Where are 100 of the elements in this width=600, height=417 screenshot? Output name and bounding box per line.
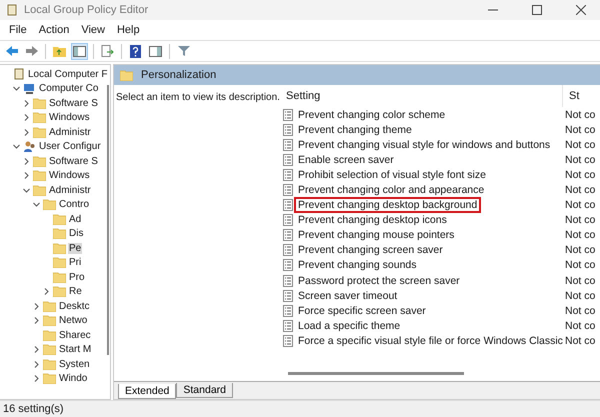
folder-up-icon bbox=[53, 45, 66, 57]
folder-icon bbox=[33, 126, 46, 138]
setting-name[interactable]: Prevent changing color and appearance bbox=[296, 184, 486, 196]
chevron-down-icon[interactable] bbox=[12, 84, 21, 94]
close-icon bbox=[576, 5, 586, 15]
setting-name[interactable]: Prevent changing visual style for windows and buttons bbox=[296, 138, 552, 151]
tree-item[interactable]: Sharec bbox=[58, 330, 92, 341]
folder-icon bbox=[43, 358, 56, 370]
folder-icon bbox=[53, 286, 66, 298]
setting-state: Not co bbox=[564, 138, 596, 151]
setting-state: Not co bbox=[564, 168, 596, 181]
setting-name[interactable]: Prevent changing theme bbox=[296, 124, 414, 136]
setting-name[interactable]: Screen saver timeout bbox=[296, 290, 400, 302]
setting-name[interactable]: Prevent changing sounds bbox=[296, 259, 418, 272]
policy-setting-icon bbox=[283, 199, 293, 212]
tree-item[interactable]: Desktc bbox=[58, 300, 91, 312]
toolbar-button[interactable] bbox=[127, 42, 144, 60]
column-header[interactable]: St bbox=[562, 85, 600, 107]
setting-state: Not co bbox=[564, 304, 596, 317]
tree-item[interactable]: Administr bbox=[48, 126, 92, 138]
setting-state: Not co bbox=[564, 108, 596, 121]
tree-item[interactable]: Administr bbox=[48, 184, 92, 196]
menu-item[interactable]: File bbox=[4, 22, 32, 38]
policy-setting-icon bbox=[283, 124, 293, 136]
setting-name[interactable]: Prevent changing mouse pointers bbox=[296, 229, 456, 242]
menu-item[interactable]: View bbox=[76, 22, 110, 38]
tree-item[interactable]: Software S bbox=[48, 156, 99, 167]
setting-state: Not co bbox=[564, 229, 596, 242]
menu-item[interactable]: Help bbox=[112, 22, 145, 38]
policy-setting-icon bbox=[283, 138, 293, 151]
maximize-icon bbox=[532, 5, 542, 15]
tree-item[interactable]: Netwo bbox=[58, 315, 88, 326]
tree-item[interactable]: Software S bbox=[48, 98, 99, 109]
column-header[interactable]: Setting bbox=[280, 90, 562, 102]
policy-setting-icon bbox=[283, 244, 293, 256]
setting-state: Not co bbox=[564, 124, 596, 136]
setting-name[interactable]: Force specific screen saver bbox=[296, 304, 428, 317]
folder-icon bbox=[33, 156, 46, 167]
setting-state: Not co bbox=[564, 274, 596, 287]
window-title: Local Group Policy Editor bbox=[24, 4, 150, 16]
policy-setting-icon bbox=[283, 108, 293, 121]
tree-item[interactable]: Pe bbox=[68, 242, 82, 254]
setting-name[interactable]: Prevent changing desktop icons bbox=[296, 214, 449, 226]
folder-icon bbox=[33, 112, 46, 124]
setting-name[interactable]: Prohibit selection of visual style font size bbox=[296, 168, 488, 181]
policy-setting-icon bbox=[283, 168, 293, 181]
setting-state: Not co bbox=[564, 214, 596, 226]
setting-name[interactable]: Prevent changing desktop background bbox=[296, 199, 480, 212]
folder-icon bbox=[53, 214, 66, 225]
toolbar-button[interactable] bbox=[71, 42, 88, 60]
help-icon bbox=[130, 44, 141, 58]
tree-item[interactable]: Ad bbox=[68, 214, 82, 225]
folder-icon bbox=[43, 373, 56, 384]
setting-name[interactable]: Load a specific theme bbox=[296, 320, 402, 332]
tree-item[interactable]: Windows bbox=[48, 170, 91, 182]
tree-item[interactable]: Contro bbox=[58, 199, 90, 210]
tree-item[interactable]: Re bbox=[68, 286, 83, 298]
tree-item[interactable]: Computer Co bbox=[38, 83, 100, 94]
status-text: 16 setting(s) bbox=[3, 403, 64, 415]
tree-item[interactable]: Dis bbox=[68, 228, 84, 240]
forward-arrow-icon bbox=[24, 45, 38, 57]
setting-name[interactable]: Force a specific visual style file or force Windows Classic bbox=[296, 334, 565, 347]
policy-setting-icon bbox=[283, 259, 293, 272]
folder-icon bbox=[33, 184, 46, 196]
computer-icon bbox=[23, 83, 36, 94]
setting-state: Not co bbox=[564, 199, 596, 212]
policy-setting-icon bbox=[283, 274, 293, 287]
setting-state: Not co bbox=[564, 184, 596, 196]
view-tab[interactable]: Extended bbox=[118, 384, 176, 399]
tree-item[interactable]: User Configur bbox=[38, 141, 102, 152]
tree-item[interactable]: Local Computer F bbox=[27, 68, 108, 80]
setting-name[interactable]: Enable screen saver bbox=[296, 154, 396, 166]
menu-item[interactable]: Action bbox=[34, 22, 74, 38]
chevron-down-icon[interactable] bbox=[12, 142, 21, 152]
tree-item[interactable]: Pro bbox=[68, 272, 86, 283]
setting-state: Not co bbox=[564, 290, 596, 302]
scrollbar[interactable] bbox=[107, 85, 109, 355]
description-text: Select an item to view its description. bbox=[116, 92, 280, 103]
setting-name[interactable]: Prevent changing color scheme bbox=[296, 108, 448, 121]
setting-name[interactable]: Prevent changing screen saver bbox=[296, 244, 445, 256]
folder-icon bbox=[120, 70, 133, 80]
policy-setting-icon bbox=[283, 229, 293, 242]
policy-setting-icon bbox=[283, 154, 293, 166]
folder-icon bbox=[33, 170, 46, 182]
tree-item[interactable]: Windo bbox=[58, 373, 88, 384]
tree-item[interactable]: Start M bbox=[58, 344, 92, 356]
back-arrow-icon bbox=[4, 45, 18, 57]
scrollbar[interactable] bbox=[288, 372, 464, 375]
folder-icon bbox=[43, 300, 56, 312]
tree-item[interactable]: Pri bbox=[68, 257, 82, 268]
setting-name[interactable]: Password protect the screen saver bbox=[296, 274, 462, 287]
header-title: Personalization bbox=[141, 69, 216, 81]
tree-item[interactable]: Systen bbox=[58, 358, 91, 370]
setting-state: Not co bbox=[564, 244, 596, 256]
export-list-icon bbox=[101, 45, 114, 57]
scroll-icon bbox=[13, 68, 25, 80]
toolbar-button[interactable] bbox=[99, 42, 116, 60]
view-tab[interactable]: Standard bbox=[176, 383, 233, 398]
tree-item[interactable]: Windows bbox=[48, 112, 91, 124]
action-pane-icon bbox=[149, 46, 162, 56]
